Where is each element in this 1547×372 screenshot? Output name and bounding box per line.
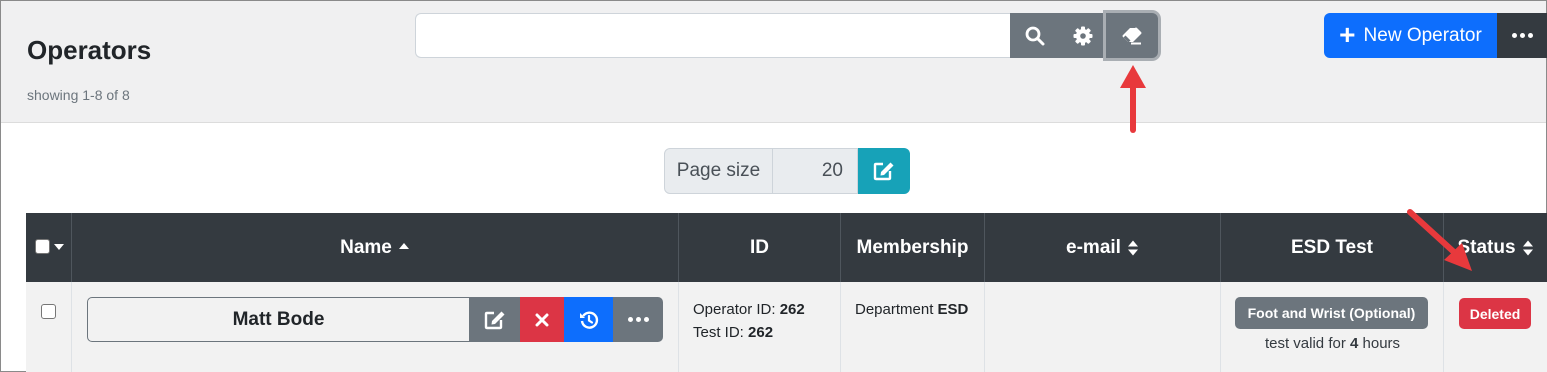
test-id-label: Test ID: (693, 324, 744, 341)
page-size-input[interactable]: 20 (773, 148, 858, 194)
history-icon (579, 310, 598, 329)
edit-icon (484, 311, 505, 329)
eraser-icon (1122, 27, 1142, 44)
select-all-checkbox[interactable] (35, 239, 50, 254)
column-name-label: Name (340, 236, 392, 258)
operator-id-value: 262 (779, 301, 805, 318)
email-cell (985, 282, 1221, 372)
test-id-value: 262 (748, 324, 774, 341)
test-validity-text: test valid for 4 hours (1264, 335, 1401, 352)
membership-line: Department ESD (855, 301, 968, 318)
edit-icon (873, 162, 894, 181)
new-operator-button[interactable]: + New Operator (1324, 13, 1497, 58)
column-header-id: ID (679, 213, 841, 282)
ellipsis-icon (1511, 33, 1533, 38)
membership-value: ESD (937, 301, 969, 318)
status-cell: Deleted (1444, 282, 1547, 372)
operator-id-label: Operator ID: (693, 301, 776, 318)
plus-icon: + (1339, 18, 1356, 50)
delete-operator-button[interactable] (520, 297, 564, 342)
test-id-line: Test ID: 262 (693, 324, 773, 341)
id-cell: Operator ID: 262 Test ID: 262 (679, 282, 841, 372)
more-options-button[interactable] (1497, 13, 1547, 58)
row-select-cell (26, 282, 72, 372)
table-row: Matt Bode Operator ID: 262 Test ID: 262 (26, 282, 1547, 372)
page-size-label: Page size (664, 148, 773, 194)
new-operator-label: New Operator (1363, 24, 1482, 46)
search-button[interactable] (1010, 13, 1059, 58)
close-icon (535, 313, 549, 326)
record-count: showing 1-8 of 8 (27, 87, 130, 103)
membership-cell: Department ESD (841, 282, 985, 372)
annotation-arrow-up (1120, 65, 1146, 133)
row-checkbox[interactable] (41, 304, 56, 319)
gear-icon (1073, 26, 1092, 45)
membership-label: Department (855, 301, 934, 318)
column-header-membership: Membership (841, 213, 985, 282)
column-header-name[interactable]: Name (72, 213, 679, 282)
status-badge: Deleted (1459, 298, 1531, 329)
column-header-email[interactable]: e-mail (985, 213, 1221, 282)
page-size-edit-button[interactable] (858, 148, 910, 194)
table-header: Name ID Membership e-mail ESD Test Statu… (26, 213, 1547, 282)
clear-search-button[interactable] (1106, 13, 1158, 58)
operator-id-line: Operator ID: 262 (693, 301, 805, 318)
history-button[interactable] (564, 297, 613, 342)
search-input[interactable] (415, 13, 1011, 58)
column-esd-test-label: ESD Test (1290, 236, 1373, 258)
search-icon (1025, 26, 1044, 45)
settings-button[interactable] (1059, 13, 1106, 58)
sort-icon (1522, 240, 1533, 255)
edit-operator-button[interactable] (470, 297, 520, 342)
sort-ascending-icon (398, 242, 409, 249)
column-email-label: e-mail (1066, 236, 1121, 258)
esd-test-badge: Foot and Wrist (Optional) (1235, 297, 1428, 329)
ellipsis-icon (627, 317, 649, 322)
column-membership-label: Membership (856, 236, 969, 258)
esd-test-cell: Foot and Wrist (Optional) test valid for… (1221, 282, 1444, 372)
sort-icon (1127, 240, 1138, 255)
page-size-control: Page size 20 (664, 148, 910, 194)
operator-name-button[interactable]: Matt Bode (87, 297, 470, 342)
select-all-cell (26, 213, 72, 282)
page-title: Operators (27, 35, 152, 65)
row-more-button[interactable] (613, 297, 663, 342)
annotation-arrow-diagonal (1407, 209, 1472, 271)
column-id-label: ID (750, 236, 769, 258)
select-dropdown-caret-icon[interactable] (54, 243, 64, 250)
